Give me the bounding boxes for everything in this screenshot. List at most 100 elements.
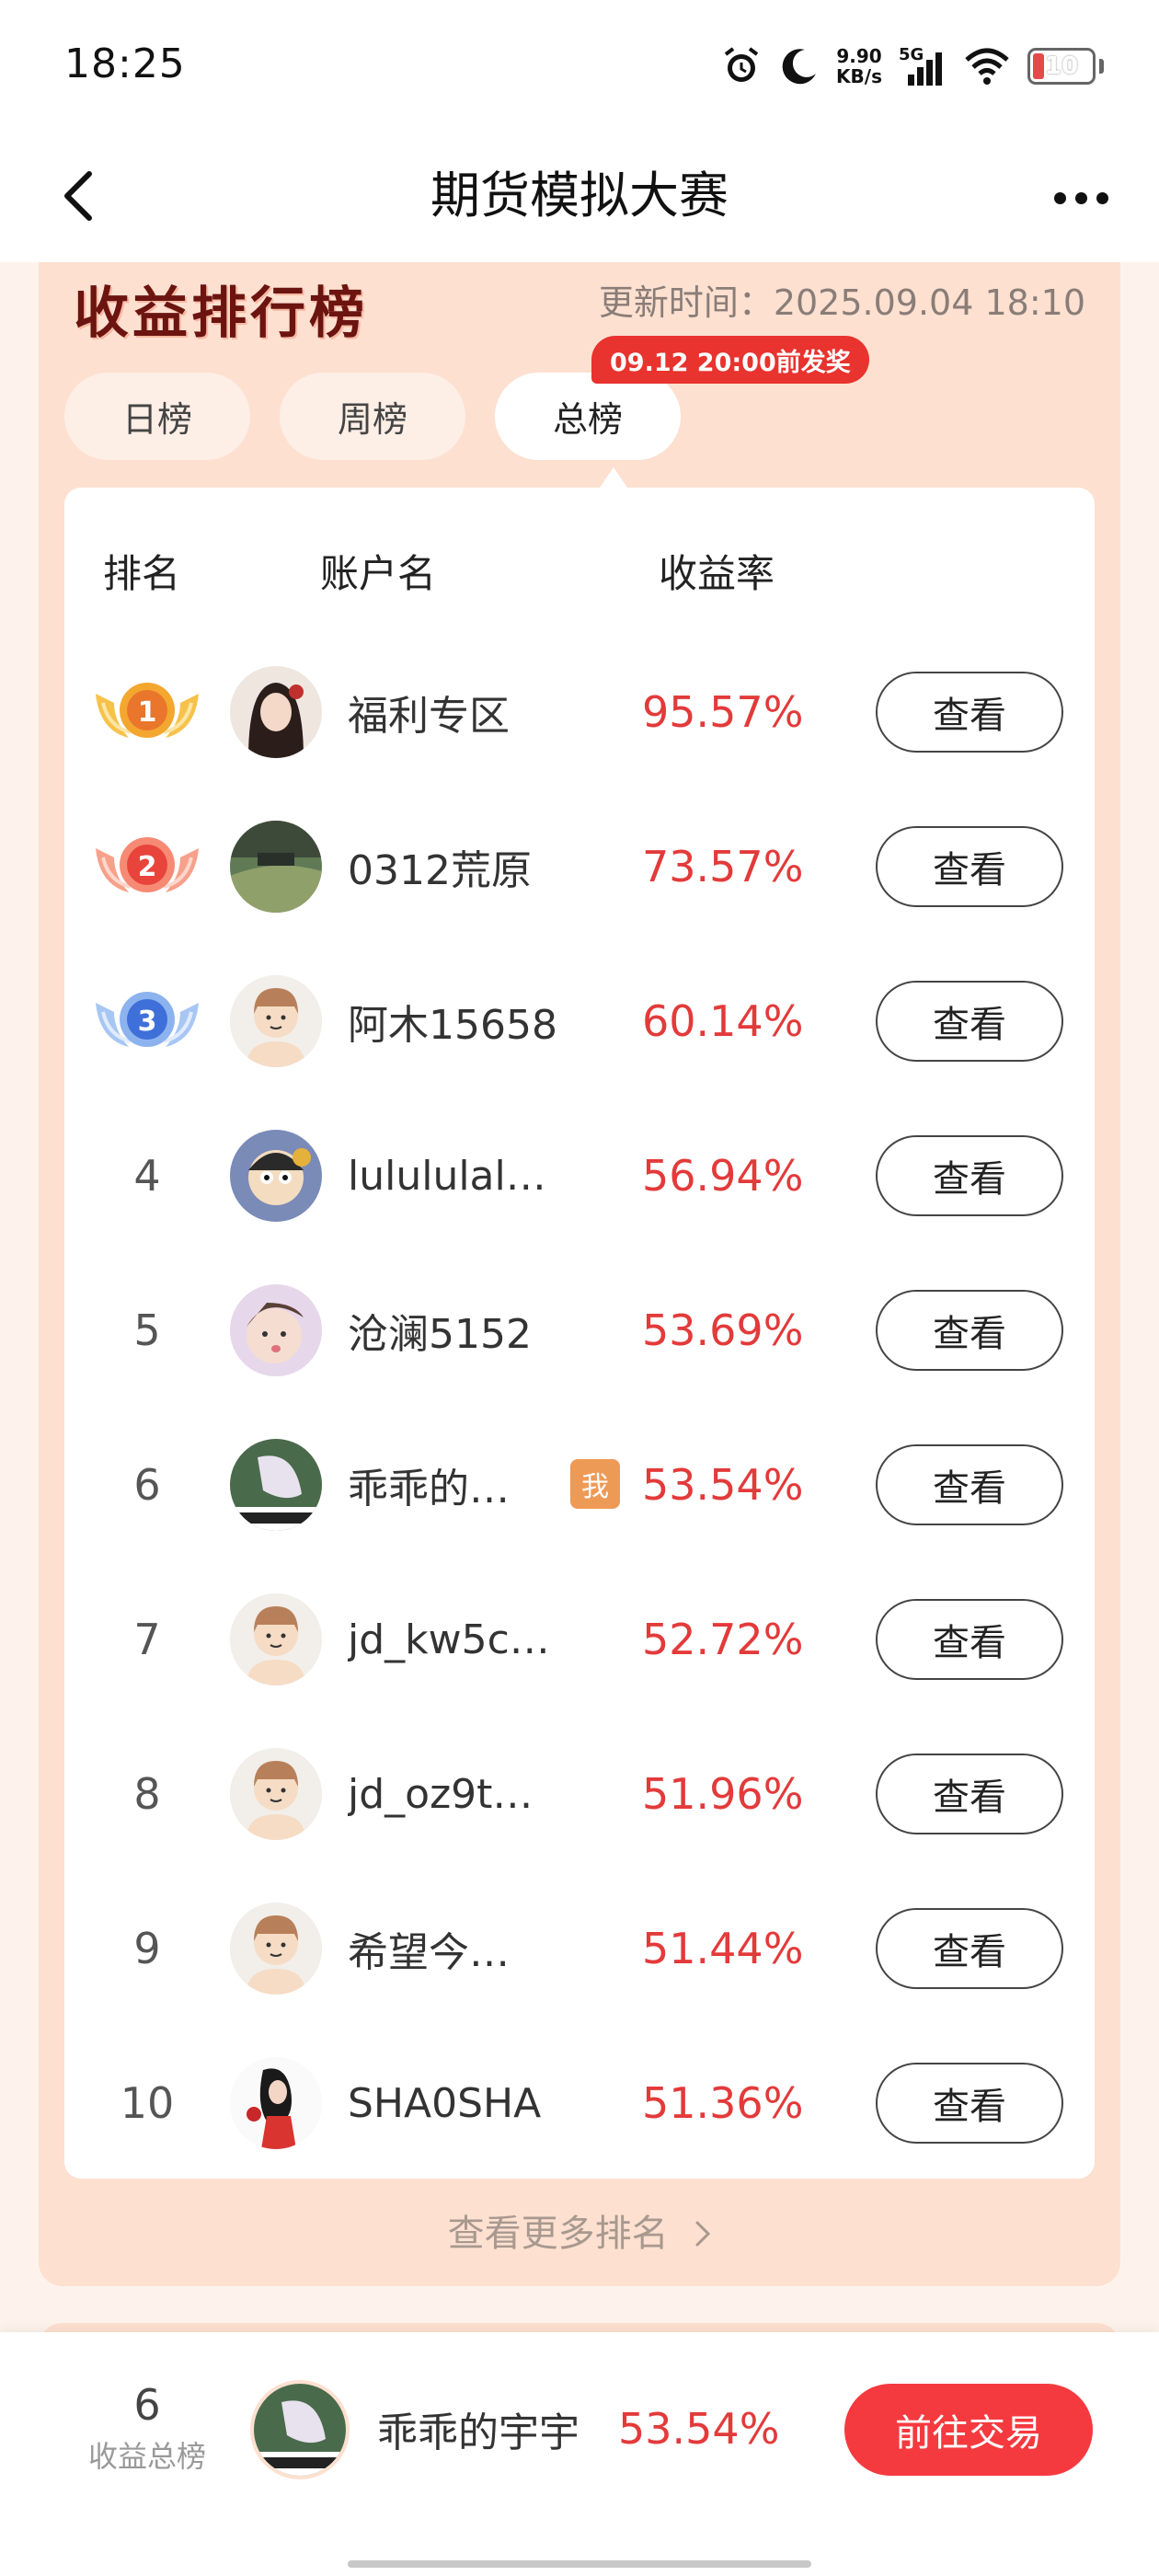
me-badge: 我 <box>570 1459 620 1509</box>
more-ranking-label: 查看更多排名 <box>447 2213 669 2255</box>
return-rate: 51.36% <box>642 2078 804 2128</box>
my-rank: 6 收益总榜 <box>83 2380 212 2476</box>
ranking-tabs: 日榜 周榜 总榜 <box>64 373 681 460</box>
award-badge: 09.12 20:00前发奖 <box>591 336 869 384</box>
net-speed: 9.90 KB/s <box>836 46 882 86</box>
return-rate: 52.72% <box>642 1615 804 1664</box>
ranking-title: 收益排行榜 <box>74 282 368 346</box>
my-rank-number: 6 <box>133 2380 161 2430</box>
more-ranking-link[interactable]: 查看更多排名 <box>0 2203 1159 2257</box>
rank-number: 6 <box>133 1460 161 1510</box>
tab-daily[interactable]: 日榜 <box>64 373 250 460</box>
go-trade-button[interactable]: 前往交易 <box>844 2384 1093 2476</box>
tab-weekly[interactable]: 周榜 <box>280 373 465 460</box>
bronze-medal-icon: 3 <box>96 992 199 1047</box>
account-name: jd_oz9t… <box>348 1770 534 1818</box>
wifi-icon <box>963 45 1011 87</box>
account-name: SHA0SHA <box>348 2079 542 2127</box>
ranking-row: 3 阿木15658 60.14% 查看 <box>64 944 1095 1098</box>
return-rate: 51.96% <box>642 1769 804 1819</box>
default-avatar-icon <box>230 1748 322 1840</box>
my-avatar[interactable] <box>250 2380 350 2479</box>
status-bar: 18:25 9.90 KB/s 5G 10 <box>0 0 1159 129</box>
ranking-row: 1 福利专区 95.57% 查看 <box>64 635 1095 789</box>
rank-number: 8 <box>133 1769 161 1819</box>
view-button[interactable]: 查看 <box>876 1754 1063 1834</box>
avatar[interactable] <box>230 666 322 758</box>
gold-medal-icon: 1 <box>96 683 199 738</box>
account-name: 沧澜5152 <box>348 1311 532 1358</box>
avatar[interactable] <box>230 821 322 913</box>
my-return-rate: 53.54% <box>618 2404 780 2454</box>
avatar[interactable] <box>230 1439 322 1531</box>
tab-total[interactable]: 总榜 <box>495 373 681 460</box>
view-button[interactable]: 查看 <box>876 1135 1063 1216</box>
more-dots-icon <box>1053 191 1066 204</box>
alarm-icon <box>720 45 763 87</box>
column-rate: 收益率 <box>659 551 775 596</box>
avatar[interactable] <box>230 1903 322 1995</box>
home-indicator[interactable] <box>348 2560 811 2568</box>
rank-number: 10 <box>120 2078 175 2128</box>
return-rate: 53.69% <box>642 1305 804 1355</box>
chevron-right-icon <box>694 2214 711 2257</box>
default-avatar-icon <box>230 1593 322 1685</box>
rank-number: 5 <box>133 1305 161 1355</box>
silver-medal-icon: 2 <box>96 837 199 892</box>
ranking-row: 2 0312荒原 73.57% 查看 <box>64 789 1095 944</box>
account-name: 阿木15658 <box>348 1002 557 1049</box>
account-name: 乖乖的… <box>348 1466 510 1512</box>
svg-text:1: 1 <box>138 696 157 729</box>
ranking-row: 5 沧澜5152 53.69% 查看 <box>64 1253 1095 1408</box>
view-button[interactable]: 查看 <box>876 1908 1063 1989</box>
view-button[interactable]: 查看 <box>876 826 1063 907</box>
view-button[interactable]: 查看 <box>876 672 1063 753</box>
ranking-row-me: 6 乖乖的… 我 53.54% 查看 <box>64 1408 1095 1562</box>
my-rank-bar: 6 收益总榜 乖乖的宇宇 53.54% 前往交易 <box>0 2332 1159 2576</box>
return-rate: 56.94% <box>642 1151 804 1201</box>
more-button[interactable] <box>1039 166 1122 230</box>
rank-number: 9 <box>133 1924 161 1973</box>
battery-level: 10 <box>1044 52 1079 80</box>
view-button[interactable]: 查看 <box>876 1599 1063 1680</box>
account-name: lulululal… <box>348 1152 546 1200</box>
my-rank-label: 收益总榜 <box>87 2439 206 2474</box>
account-name: 希望今… <box>348 1929 510 1976</box>
view-button[interactable]: 查看 <box>876 981 1063 1062</box>
header-bar: 期货模拟大赛 <box>0 129 1159 262</box>
column-rank: 排名 <box>103 551 181 596</box>
ranking-list: 1 福利专区 95.57% 查看 2 0312荒原 73.57% 查看 3 阿木… <box>64 635 1095 2180</box>
my-account-name: 乖乖的宇宇 <box>377 2409 580 2456</box>
battery-icon: 10 <box>1027 48 1096 85</box>
update-time: 更新时间：2025.09.04 18:10 <box>598 282 1085 323</box>
ranking-row: 8 jd_oz9t… 51.96% 查看 <box>64 1717 1095 1871</box>
return-rate: 73.57% <box>642 842 804 891</box>
avatar[interactable] <box>230 2057 322 2149</box>
return-rate: 60.14% <box>642 996 804 1046</box>
avatar[interactable] <box>230 975 322 1067</box>
svg-text:3: 3 <box>138 1006 157 1038</box>
view-button[interactable]: 查看 <box>876 1444 1063 1525</box>
view-button[interactable]: 查看 <box>876 1290 1063 1371</box>
default-avatar-icon <box>230 975 322 1067</box>
return-rate: 53.54% <box>642 1460 804 1510</box>
view-button[interactable]: 查看 <box>876 2063 1063 2144</box>
page-title: 期货模拟大赛 <box>430 167 729 224</box>
ranking-row: 4 lulululal… 56.94% 查看 <box>64 1098 1095 1253</box>
return-rate: 51.44% <box>642 1924 804 1973</box>
signal-icon: 5G <box>899 45 947 87</box>
rank-number: 4 <box>133 1151 161 1201</box>
svg-text:2: 2 <box>138 851 157 883</box>
account-name: 福利专区 <box>348 693 510 740</box>
status-icons: 9.90 KB/s 5G 10 <box>720 40 1104 92</box>
avatar[interactable] <box>230 1593 322 1685</box>
column-account: 账户名 <box>320 551 437 596</box>
avatar[interactable] <box>230 1284 322 1376</box>
avatar[interactable] <box>230 1130 322 1222</box>
account-name: 0312荒原 <box>348 847 532 894</box>
avatar[interactable] <box>230 1748 322 1840</box>
net-speed-unit: KB/s <box>836 65 882 87</box>
ranking-row: 7 jd_kw5c… 52.72% 查看 <box>64 1562 1095 1717</box>
net-speed-value: 9.90 <box>836 45 882 67</box>
ranking-card: 排名 账户名 收益率 1 福利专区 95.57% 查看 2 0312荒原 73.… <box>64 488 1095 2179</box>
